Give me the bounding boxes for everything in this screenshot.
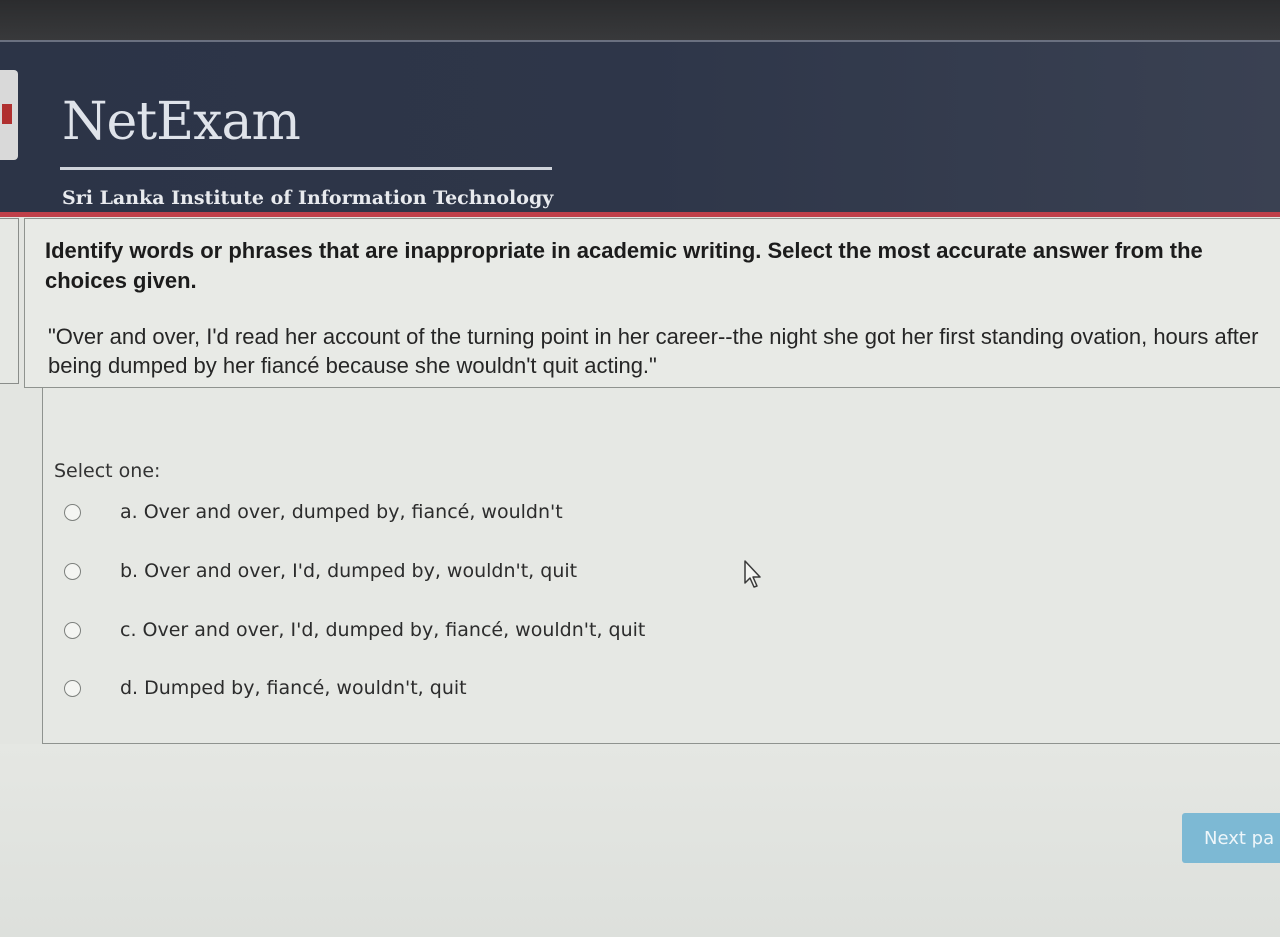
option-c-label[interactable]: c. Over and over, I'd, dumped by, fiancé… bbox=[120, 619, 645, 641]
option-d-radio[interactable] bbox=[64, 679, 81, 697]
option-d-label[interactable]: d. Dumped by, fiancé, wouldn't, quit bbox=[120, 677, 467, 699]
institute-name: Sri Lanka Institute of Information Techn… bbox=[62, 187, 554, 209]
select-one-label: Select one: bbox=[54, 460, 161, 482]
question-quote: "Over and over, I'd read her account of … bbox=[48, 324, 1259, 378]
logo-mark bbox=[2, 104, 12, 124]
option-a-radio[interactable] bbox=[64, 503, 81, 521]
option-b-label[interactable]: b. Over and over, I'd, dumped by, wouldn… bbox=[120, 560, 577, 582]
option-a[interactable]: a. Over and over, dumped by, fiancé, wou… bbox=[64, 499, 563, 525]
option-d[interactable]: d. Dumped by, fiancé, wouldn't, quit bbox=[64, 675, 467, 701]
page-footer-area bbox=[0, 744, 1280, 937]
question-prompt: Identify words or phrases that are inapp… bbox=[45, 238, 1203, 293]
brand-divider bbox=[60, 167, 552, 170]
option-a-label[interactable]: a. Over and over, dumped by, fiancé, wou… bbox=[120, 501, 563, 523]
option-c-radio[interactable] bbox=[64, 621, 81, 639]
site-header: NetExam Sri Lanka Institute of Informati… bbox=[0, 40, 1280, 217]
institute-logo bbox=[0, 70, 18, 160]
next-page-button[interactable]: Next pa bbox=[1182, 813, 1280, 863]
question-info-panel bbox=[0, 218, 19, 384]
option-b-radio[interactable] bbox=[64, 562, 81, 580]
brand-title: NetExam bbox=[62, 92, 301, 152]
mouse-cursor-icon bbox=[744, 560, 761, 588]
option-c[interactable]: c. Over and over, I'd, dumped by, fiancé… bbox=[64, 617, 645, 643]
option-b[interactable]: b. Over and over, I'd, dumped by, wouldn… bbox=[64, 558, 577, 584]
